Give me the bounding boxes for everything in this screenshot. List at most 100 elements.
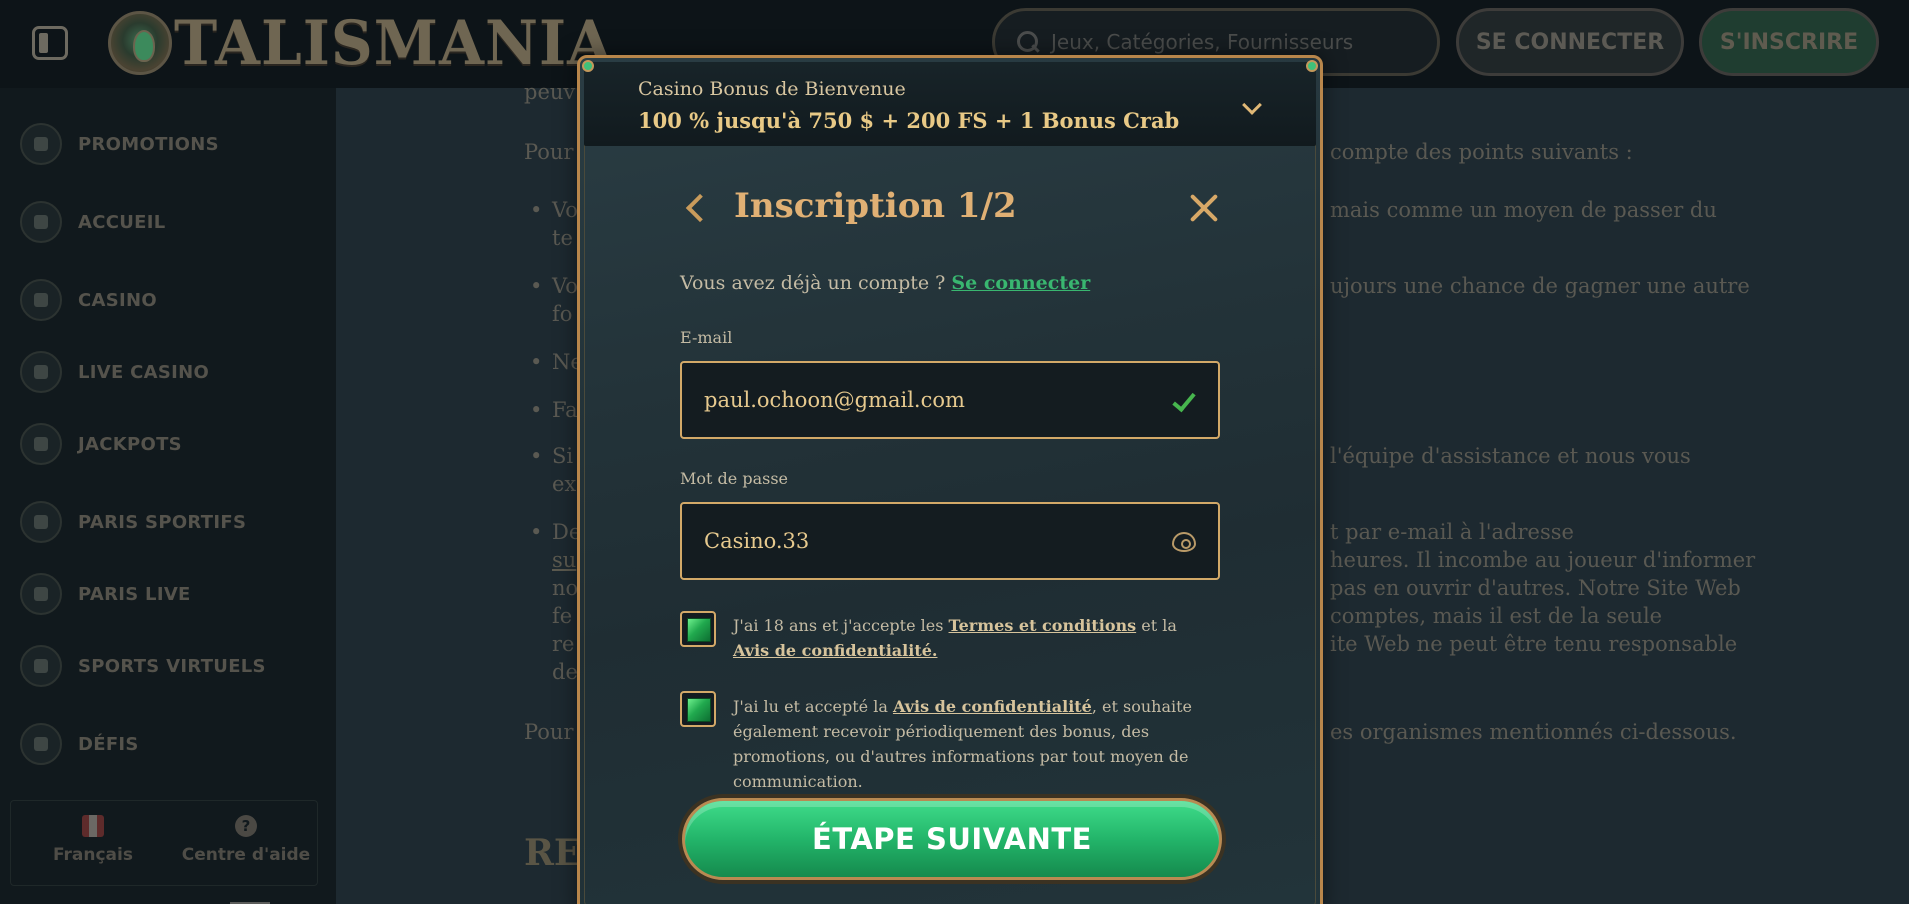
modal-title: Inscription 1/2 [734,186,1017,226]
password-field[interactable]: Casino.33 [680,502,1220,580]
sidebar-item-label: LIVE CASINO [78,361,210,383]
list-item: Si [530,444,573,468]
list-item: fe [552,604,573,628]
email-label: E-mail [680,328,733,347]
list-item: fo [552,302,573,326]
language-label: Français [53,845,133,865]
close-icon[interactable] [1188,192,1220,224]
terms-link[interactable]: Termes et conditions [949,616,1137,635]
sidebar-toggle-icon[interactable] [32,26,68,60]
email-value: paul.ochoon@gmail.com [704,388,965,412]
list-item: no [552,576,579,600]
corner-gem-icon [1306,60,1318,72]
paragraph-text: compte des points suivants : [1330,140,1633,164]
eye-icon[interactable] [1172,532,1196,552]
list-item: mais comme un moyen de passer du [1330,198,1717,222]
corner-gem-icon [582,60,594,72]
list-item: de [552,660,578,684]
register-button[interactable]: S'INSCRIRE [1699,8,1879,76]
list-item: l'équipe d'assistance et nous vous [1330,444,1691,468]
sidebar-item-label: PARIS SPORTIFS [78,511,247,533]
registration-modal: Casino Bonus de Bienvenue 100 % jusqu'à … [577,55,1323,904]
clover-icon [20,423,62,465]
age-terms-text: J'ai 18 ans et j'accepte les Termes et c… [733,613,1243,663]
sidebar: PROMOTIONS ACCUEIL CASINO LIVE CASINO JA… [0,88,336,904]
privacy-link[interactable]: Avis de confidentialité. [733,641,937,660]
list-item: re [552,632,575,656]
bonus-subtitle: Casino Bonus de Bienvenue [638,78,906,100]
list-item: ex [552,472,577,496]
email-link[interactable]: su [552,548,576,572]
section-heading: RE [524,832,582,874]
logo-text: TALISMANIA [174,7,614,79]
sidebar-item-sports-virtuels[interactable]: SPORTS VIRTUELS [20,640,266,692]
sidebar-footer: Français ? Centre d'aide [10,800,318,886]
sidebar-item-casino[interactable]: CASINO [20,274,157,326]
email-field[interactable]: paul.ochoon@gmail.com [680,361,1220,439]
sidebar-item-defis[interactable]: DÉFIS [20,718,139,770]
signin-link[interactable]: Se connecter [951,272,1090,294]
list-item: comptes, mais il est de la seule [1330,604,1663,628]
sidebar-item-paris-sportifs[interactable]: PARIS SPORTIFS [20,496,246,548]
canada-flag-icon [82,815,104,837]
gift-icon [20,123,62,165]
sidebar-item-label: JACKPOTS [78,433,182,455]
help-label: Centre d'aide [181,845,311,865]
spade-icon [20,351,62,393]
paragraph-text: Pour [524,140,574,164]
medal-icon [20,723,62,765]
sidebar-item-accueil[interactable]: ACCUEIL [20,196,166,248]
sidebar-item-jackpots[interactable]: JACKPOTS [20,418,182,470]
sidebar-item-promotions[interactable]: PROMOTIONS [20,118,219,170]
list-item: te [552,226,573,250]
marketing-consent-text: J'ai lu et accepté la Avis de confidenti… [733,694,1243,794]
list-item: pas en ouvrir d'autres. Notre Site Web [1330,576,1741,600]
welcome-bonus-accordion[interactable]: Casino Bonus de Bienvenue 100 % jusqu'à … [584,62,1316,146]
logo[interactable]: TALISMANIA [108,7,614,79]
play-icon [20,573,62,615]
privacy-link[interactable]: Avis de confidentialité [893,697,1092,716]
sidebar-item-paris-live[interactable]: PARIS LIVE [20,568,191,620]
paragraph-text: peuv [524,80,576,104]
list-item: ujours une chance de gagner une autre [1330,274,1750,298]
sidebar-item-label: ACCUEIL [78,211,166,233]
login-button[interactable]: SE CONNECTER [1456,8,1684,76]
list-item: ite Web ne peut être tenu responsable [1330,632,1738,656]
have-account-label: Vous avez déjà un compte ? [680,272,946,294]
paragraph-text: Pour [524,720,574,744]
consent2-prefix: J'ai lu et accepté la [733,697,888,716]
chevron-down-icon[interactable] [1242,95,1262,115]
next-step-button[interactable]: ÉTAPE SUIVANTE [682,798,1222,880]
sidebar-item-label: SPORTS VIRTUELS [78,655,266,677]
sidebar-item-label: PROMOTIONS [78,133,219,155]
home-icon [20,201,62,243]
virtual-sports-icon [20,645,62,687]
help-center-link[interactable]: ? Centre d'aide [181,815,311,865]
casino-chip-icon [20,279,62,321]
password-value: Casino.33 [704,529,810,553]
consent1-prefix: J'ai 18 ans et j'accepte les [733,616,944,635]
paragraph-text: es organismes mentionnés ci-dessous. [1330,720,1737,744]
have-account-text: Vous avez déjà un compte ? Se connecter [680,272,1090,294]
help-icon: ? [235,815,257,837]
search-placeholder: Jeux, Catégories, Fournisseurs [1051,30,1354,54]
search-icon [1017,31,1039,53]
consent1-middle: et la [1141,616,1177,635]
soccer-ball-icon [20,501,62,543]
list-item: Vo [530,274,578,298]
list-item: Vo [530,198,578,222]
scarab-emblem-icon [108,11,172,75]
list-item: t par e-mail à l'adresse [1330,520,1574,544]
sidebar-item-live-casino[interactable]: LIVE CASINO [20,346,209,398]
password-label: Mot de passe [680,469,788,488]
list-item: Fa [530,398,577,422]
sidebar-item-label: PARIS LIVE [78,583,191,605]
language-selector[interactable]: Français [47,815,139,865]
sidebar-item-label: CASINO [78,289,157,311]
marketing-checkbox[interactable] [680,691,716,727]
back-arrow-icon[interactable] [685,193,715,223]
bonus-title: 100 % jusqu'à 750 $ + 200 FS + 1 Bonus C… [638,108,1180,133]
list-item: heures. Il incombe au joueur d'informer [1330,548,1756,572]
age-terms-checkbox[interactable] [680,611,716,647]
check-icon [1172,387,1196,413]
